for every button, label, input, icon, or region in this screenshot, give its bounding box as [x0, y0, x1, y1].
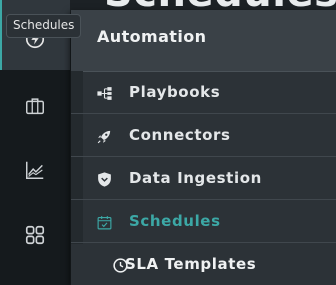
menu-header: Automation — [71, 10, 336, 72]
grid-icon[interactable] — [23, 223, 47, 247]
calendar-check-icon — [95, 213, 113, 231]
automation-flyout-menu: Automation Playbooks Connectors Data Ing… — [71, 10, 336, 285]
shield-icon — [95, 170, 113, 188]
menu-item-schedules[interactable]: Schedules — [71, 201, 336, 243]
chart-line-icon[interactable] — [23, 158, 47, 182]
menu-item-sla-templates[interactable]: SLA Templates — [71, 244, 336, 285]
menu-header-label: Automation — [97, 27, 207, 46]
menu-item-label: Schedules — [129, 212, 221, 230]
menu-item-label: Connectors — [129, 126, 231, 144]
menu-item-playbooks[interactable]: Playbooks — [71, 72, 336, 114]
playbook-icon — [95, 84, 113, 102]
menu-item-label: SLA Templates — [125, 255, 257, 273]
menu-item-connectors[interactable]: Connectors — [71, 115, 336, 157]
menu-item-data-ingestion[interactable]: Data Ingestion — [71, 158, 336, 200]
briefcase-icon[interactable] — [23, 94, 47, 118]
tooltip: Schedules — [6, 14, 82, 38]
menu-item-label: Data Ingestion — [129, 169, 262, 187]
menu-item-label: Playbooks — [129, 83, 221, 101]
icon-rail — [0, 0, 70, 285]
rocket-icon — [95, 127, 113, 145]
